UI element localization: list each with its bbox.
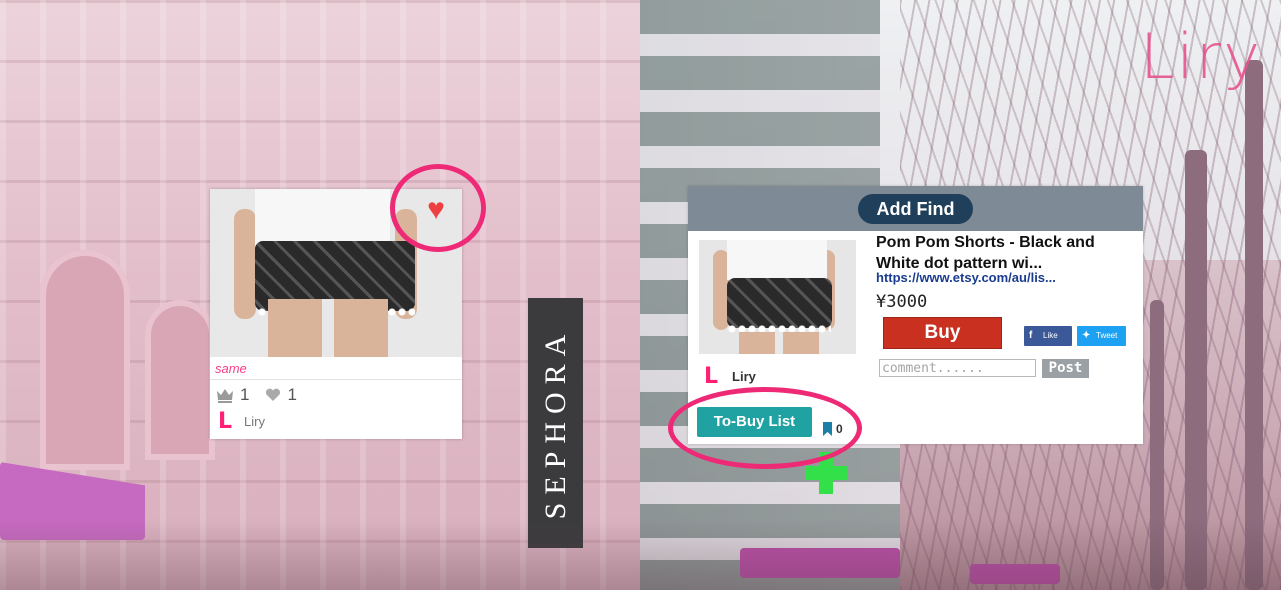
twitter-tweet-label: Tweet — [1096, 331, 1118, 340]
product-card[interactable]: same 1 1 L Liry — [210, 189, 462, 439]
add-find-panel: Add Find Pom Pom Shorts - Black and Whit… — [688, 186, 1143, 444]
panel-product-image[interactable] — [699, 240, 856, 354]
card-user[interactable]: L Liry — [218, 409, 265, 434]
photo-arm — [234, 209, 256, 319]
panel-user[interactable]: L Liry — [704, 364, 756, 389]
photo-legs — [739, 332, 819, 354]
pharmacy-cross-icon — [805, 452, 847, 494]
add-find-button[interactable]: Add Find — [858, 194, 973, 224]
post-button[interactable]: Post — [1042, 359, 1089, 378]
like-heart-button[interactable]: ♥ — [418, 193, 454, 226]
heart-icon: ♥ — [427, 193, 445, 226]
to-buy-list-button[interactable]: To-Buy List — [697, 407, 812, 437]
facebook-like-label: Like — [1043, 331, 1058, 340]
bookmark-icon — [823, 422, 832, 436]
twitter-bird-icon: ✦ — [1082, 330, 1091, 341]
card-tag[interactable]: same — [215, 361, 247, 376]
street-crowd — [0, 520, 1281, 590]
sephora-sign: SEPHORA — [528, 298, 583, 548]
product-title: Pom Pom Shorts - Black and White dot pat… — [876, 234, 1095, 272]
photo-legs — [268, 299, 388, 357]
card-stats: 1 1 — [216, 385, 297, 405]
photo-shirt — [255, 189, 390, 247]
crown-count: 1 — [240, 385, 250, 404]
building-arch — [40, 250, 130, 470]
buy-button[interactable]: Buy — [883, 317, 1002, 349]
product-price: ¥3000 — [876, 292, 928, 312]
panel-user-name[interactable]: Liry — [732, 369, 756, 384]
building-arch — [145, 300, 215, 460]
sephora-sign-text: SEPHORA — [538, 326, 572, 520]
crown-icon[interactable] — [216, 388, 234, 403]
twitter-tweet-button[interactable]: ✦ Tweet — [1077, 326, 1126, 346]
heart-count: 1 — [287, 385, 297, 404]
heart-small-icon[interactable] — [265, 388, 281, 402]
facebook-like-button[interactable]: f Like — [1024, 326, 1072, 346]
bookmark-count: 0 — [836, 422, 843, 436]
brand-logo[interactable]: Liry — [1140, 20, 1262, 93]
tree-trunk — [1245, 60, 1263, 590]
card-user-name[interactable]: Liry — [244, 414, 265, 429]
facebook-icon: f — [1029, 330, 1033, 341]
comment-input[interactable] — [879, 359, 1036, 377]
photo-shorts — [727, 278, 832, 328]
user-avatar-l: L — [218, 409, 233, 434]
panel-header: Add Find — [688, 186, 1143, 231]
photo-shirt — [727, 240, 827, 280]
product-url-link[interactable]: https://www.etsy.com/au/lis... — [876, 270, 1056, 285]
card-divider — [210, 379, 462, 380]
user-avatar-l: L — [704, 364, 719, 389]
bookmark-counter[interactable]: 0 — [822, 422, 843, 436]
